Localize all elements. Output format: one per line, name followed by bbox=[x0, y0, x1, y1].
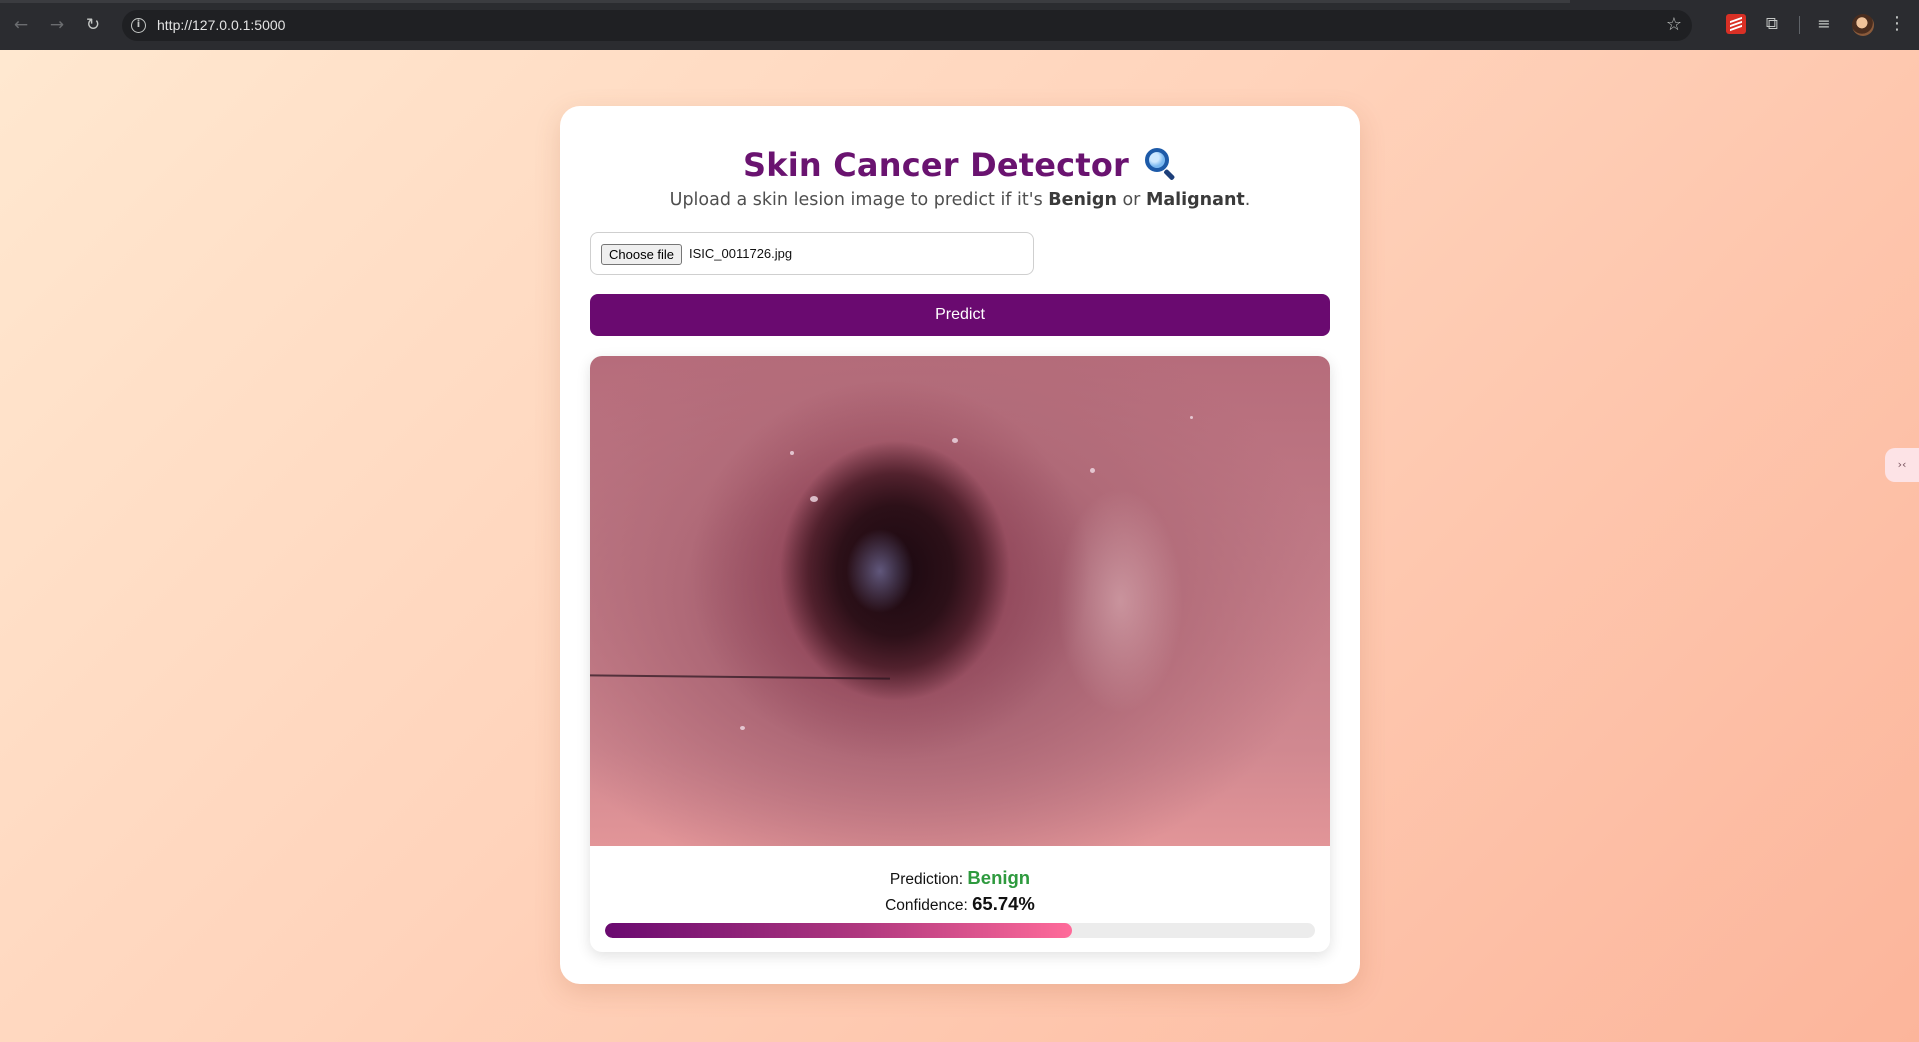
media-control-icon[interactable]: ≡ bbox=[1814, 14, 1834, 34]
reflection-spot bbox=[1190, 416, 1193, 419]
subtitle-benign: Benign bbox=[1048, 190, 1117, 210]
reflection-spot bbox=[810, 496, 818, 502]
reflection-spot bbox=[790, 451, 794, 455]
file-input[interactable]: Choose file ISIC_0011726.jpg bbox=[590, 232, 1034, 275]
url-text[interactable]: http://127.0.0.1:5000 bbox=[157, 17, 285, 33]
subtitle-malignant: Malignant bbox=[1145, 190, 1245, 210]
lesion-image bbox=[590, 356, 1330, 846]
extension-red-icon[interactable] bbox=[1726, 14, 1746, 34]
subtitle-or: or bbox=[1116, 190, 1146, 210]
hair-strand bbox=[590, 674, 890, 680]
side-panel-toggle-icon[interactable]: ›‹ bbox=[1885, 448, 1919, 482]
address-bar[interactable]: i http://127.0.0.1:5000 ☆ bbox=[122, 10, 1692, 41]
reload-icon[interactable]: ↻ bbox=[82, 14, 104, 36]
reflection-spot bbox=[952, 438, 958, 443]
profile-avatar[interactable] bbox=[1852, 14, 1874, 36]
confidence-line: Confidence: 65.74% bbox=[590, 893, 1330, 915]
confidence-label: Confidence: bbox=[885, 897, 968, 914]
result-panel: Prediction: Benign Confidence: 65.74% bbox=[590, 356, 1330, 952]
title-text: Skin Cancer Detector bbox=[743, 146, 1129, 184]
choose-file-button[interactable]: Choose file bbox=[601, 244, 683, 265]
confidence-bar bbox=[605, 923, 1315, 938]
reflection-spot bbox=[1090, 468, 1095, 473]
subtitle-prefix: Upload a skin lesion image to predict if… bbox=[669, 190, 1049, 210]
prediction-value: Benign bbox=[967, 867, 1031, 888]
info-icon[interactable]: i bbox=[131, 18, 146, 33]
confidence-bar-fill bbox=[605, 923, 1072, 938]
kebab-menu-icon[interactable]: ⋮ bbox=[1888, 14, 1906, 34]
page-subtitle: Upload a skin lesion image to predict if… bbox=[560, 190, 1360, 210]
toolbar-divider bbox=[1799, 16, 1800, 34]
prediction-line: Prediction: Benign bbox=[590, 867, 1330, 889]
forward-icon[interactable]: → bbox=[46, 14, 68, 36]
magnifier-icon bbox=[1143, 146, 1177, 181]
confidence-value: 65.74% bbox=[972, 893, 1035, 914]
star-icon[interactable]: ☆ bbox=[1666, 14, 1682, 35]
puzzle-icon[interactable]: ⧉ bbox=[1762, 14, 1782, 34]
tab-strip-edge bbox=[0, 0, 1570, 3]
selected-file-name: ISIC_0011726.jpg bbox=[689, 246, 793, 261]
predict-button[interactable]: Predict bbox=[590, 294, 1330, 336]
browser-toolbar: ← → ↻ i http://127.0.0.1:5000 ☆ ⧉ ≡ ⋮ bbox=[0, 0, 1919, 50]
subtitle-suffix: . bbox=[1244, 190, 1251, 210]
reflection-spot bbox=[740, 726, 745, 730]
detector-card: Skin Cancer Detector Upload a skin lesio… bbox=[560, 106, 1360, 984]
prediction-label: Prediction: bbox=[889, 871, 964, 888]
back-icon[interactable]: ← bbox=[10, 14, 32, 36]
page-viewport: ›‹ Skin Cancer Detector Upload a skin le… bbox=[0, 50, 1919, 1042]
page-title: Skin Cancer Detector bbox=[560, 146, 1360, 184]
